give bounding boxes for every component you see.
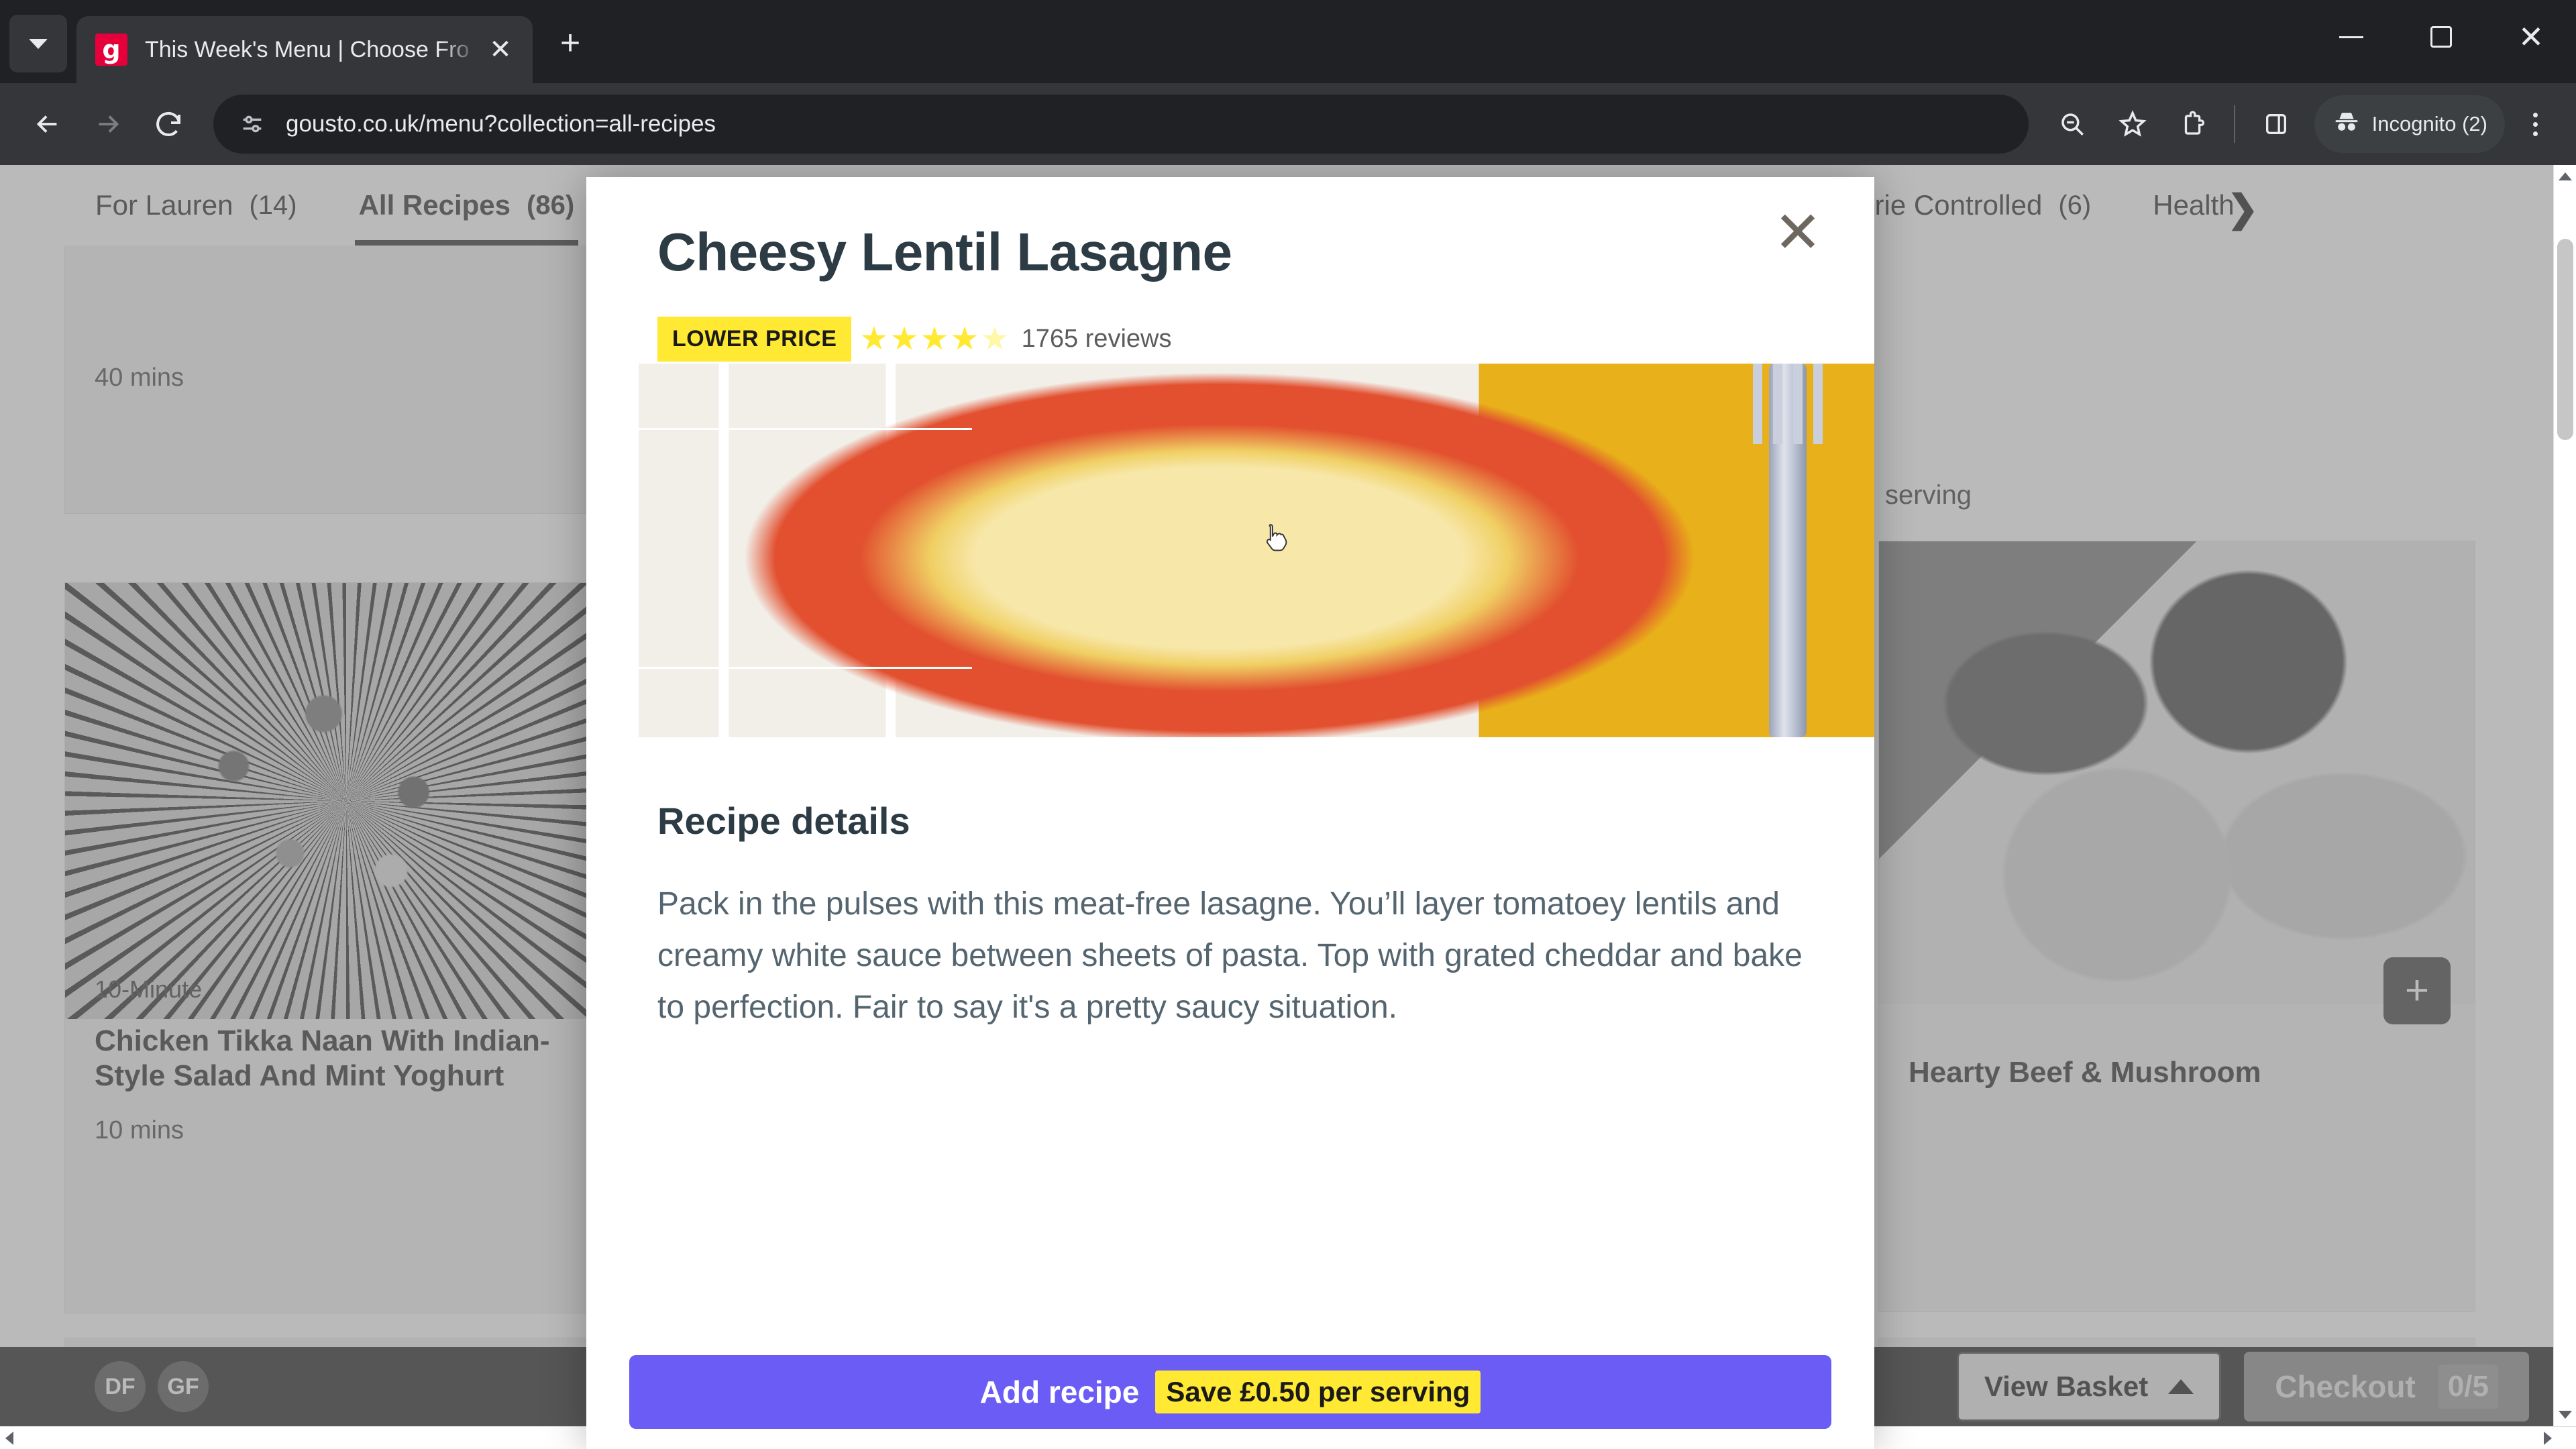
chevron-down-icon bbox=[29, 38, 48, 49]
kebab-menu-icon[interactable] bbox=[2512, 95, 2559, 153]
toolbar-actions: Incognito (2) bbox=[2043, 95, 2559, 153]
forward-button[interactable] bbox=[78, 94, 138, 154]
page-viewport: For Lauren (14) All Recipes (86) Calorie… bbox=[0, 165, 2576, 1449]
star-icon-filled: ★ bbox=[859, 321, 889, 357]
vertical-scrollbar[interactable] bbox=[2553, 165, 2576, 1426]
star-icon-filled: ★ bbox=[950, 321, 979, 357]
add-recipe-label: Add recipe bbox=[979, 1375, 1140, 1409]
close-icon: ✕ bbox=[2518, 19, 2544, 54]
toolbar-divider bbox=[2233, 105, 2235, 143]
url-text: gousto.co.uk/menu?collection=all-recipes bbox=[286, 111, 716, 137]
new-tab-button[interactable]: + bbox=[545, 17, 596, 68]
browser-window: g This Week's Menu | Choose Fro ✕ + ✕ go… bbox=[0, 0, 2576, 1449]
window-maximize-button[interactable] bbox=[2396, 0, 2486, 74]
recipe-modal-subheader: LOWER PRICE ★ ★ ★ ★ ★ 1765 reviews bbox=[586, 283, 1874, 362]
recipe-description: Pack in the pulses with this meat-free l… bbox=[657, 886, 1803, 1025]
fork-decoration bbox=[1752, 364, 1823, 737]
window-minimize-button[interactable] bbox=[2306, 0, 2396, 74]
tab-close-icon[interactable]: ✕ bbox=[480, 30, 521, 70]
add-recipe-button[interactable]: Add recipe Save £0.50 per serving bbox=[629, 1355, 1831, 1429]
window-close-button[interactable]: ✕ bbox=[2486, 0, 2576, 74]
modal-cta-container: Add recipe Save £0.50 per serving bbox=[586, 1355, 1874, 1429]
scroll-up-arrow[interactable] bbox=[2554, 165, 2576, 188]
recipe-detail-modal: ✕ Cheesy Lentil Lasagne LOWER PRICE ★ ★ … bbox=[586, 177, 1874, 1449]
star-icon-filled: ★ bbox=[920, 321, 949, 357]
bookmark-star-icon[interactable] bbox=[2104, 95, 2161, 153]
profile-incognito-button[interactable]: Incognito (2) bbox=[2314, 95, 2505, 153]
incognito-icon bbox=[2332, 107, 2361, 142]
vertical-scroll-thumb[interactable] bbox=[2557, 239, 2573, 440]
mouse-cursor-pointer bbox=[1266, 524, 1287, 551]
extensions-icon[interactable] bbox=[2164, 95, 2222, 153]
scroll-left-arrow[interactable] bbox=[5, 1431, 13, 1445]
rating-stars: ★ ★ ★ ★ ★ bbox=[859, 323, 1009, 356]
forward-arrow-icon bbox=[99, 115, 119, 133]
back-button[interactable] bbox=[17, 94, 78, 154]
minimize-icon bbox=[2339, 36, 2363, 38]
star-icon-filled: ★ bbox=[890, 321, 919, 357]
lower-price-badge: LOWER PRICE bbox=[657, 317, 852, 362]
window-controls: ✕ bbox=[2306, 0, 2576, 74]
reload-button[interactable] bbox=[138, 94, 199, 154]
reload-icon bbox=[156, 111, 180, 136]
recipe-details-heading: Recipe details bbox=[657, 800, 910, 842]
tab-strip: g This Week's Menu | Choose Fro ✕ + ✕ bbox=[0, 0, 2576, 83]
address-bar[interactable]: gousto.co.uk/menu?collection=all-recipes bbox=[213, 95, 2029, 154]
save-per-serving-badge: Save £0.50 per serving bbox=[1155, 1371, 1481, 1413]
star-icon-empty: ★ bbox=[980, 321, 1010, 357]
browser-toolbar: gousto.co.uk/menu?collection=all-recipes bbox=[0, 83, 2576, 165]
cta-gradient-fade bbox=[586, 1308, 1874, 1355]
back-arrow-icon bbox=[36, 115, 57, 133]
maximize-icon bbox=[2430, 26, 2452, 48]
scroll-down-arrow[interactable] bbox=[2554, 1403, 2576, 1426]
recipe-modal-title: Cheesy Lentil Lasagne bbox=[657, 222, 1232, 282]
recipe-hero-image bbox=[639, 364, 1874, 737]
side-panel-icon[interactable] bbox=[2247, 95, 2305, 153]
tab-title: This Week's Menu | Choose Fro bbox=[145, 36, 470, 62]
profile-label: Incognito (2) bbox=[2371, 112, 2487, 136]
browser-tab[interactable]: g This Week's Menu | Choose Fro ✕ bbox=[76, 16, 533, 83]
modal-close-icon[interactable]: ✕ bbox=[1774, 204, 1822, 262]
site-settings-icon[interactable] bbox=[233, 105, 271, 143]
scroll-right-arrow[interactable] bbox=[2544, 1431, 2552, 1445]
zoom-out-icon[interactable] bbox=[2043, 95, 2101, 153]
tab-search-button[interactable] bbox=[9, 15, 67, 72]
review-count: 1765 reviews bbox=[1021, 325, 1172, 353]
favicon-gousto: g bbox=[95, 34, 127, 66]
